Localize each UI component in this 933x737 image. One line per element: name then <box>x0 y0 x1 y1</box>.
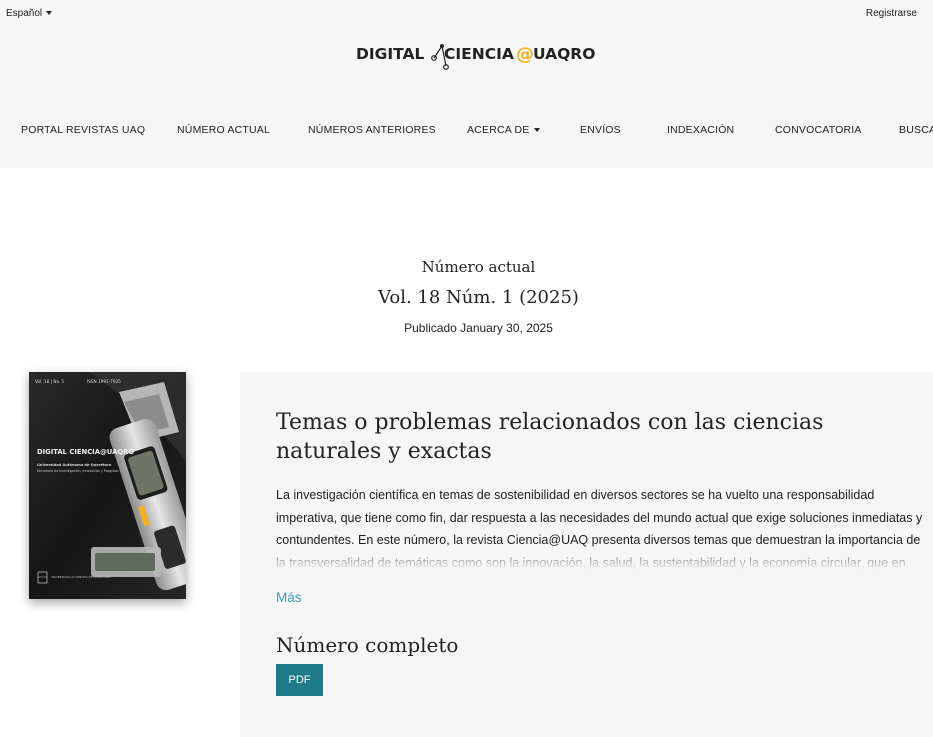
logo-text-ciencia: CIENCIA <box>444 45 514 63</box>
site-header: Español Registrarse DIGITAL CIENCIA @ UA… <box>0 0 933 168</box>
nav-item-label: PORTAL REVISTAS UAQ <box>21 124 146 136</box>
cover-subtitle-2: Secretaría de Investigación, Innovación … <box>37 469 119 473</box>
nav-item-submissions[interactable]: ENVÍOS <box>580 124 621 136</box>
logo-at-symbol: @ <box>516 44 534 65</box>
issue-published-date: Publicado January 30, 2025 <box>404 321 553 335</box>
caret-down-icon <box>534 128 541 133</box>
language-selector[interactable]: Español <box>6 8 53 19</box>
nav-item-about[interactable]: ACERCA DE <box>467 124 541 136</box>
site-logo[interactable]: DIGITAL CIENCIA @ UAQRO <box>356 36 606 72</box>
nav-item-label: ACERCA DE <box>467 124 530 136</box>
issue-description-panel: Temas o problemas relacionados con las c… <box>240 372 933 737</box>
nav-item-current-issue[interactable]: NÚMERO ACTUAL <box>177 124 270 136</box>
full-issue-heading: Número completo <box>276 633 459 657</box>
language-label: Español <box>6 8 43 19</box>
nav-item-label: NÚMEROS ANTERIORES <box>308 124 436 136</box>
nav-item-label: INDEXACIÓN <box>667 124 735 136</box>
nav-item-portal[interactable]: PORTAL REVISTAS UAQ <box>21 124 145 136</box>
issue-section-title: Temas o problemas relacionados con las c… <box>276 410 824 464</box>
nav-item-label: NÚMERO ACTUAL <box>177 124 271 136</box>
nav-item-label: BUSCAR <box>899 124 933 136</box>
nav-item-label: ENVÍOS <box>580 124 621 136</box>
nav-item-indexing[interactable]: INDEXACIÓN <box>667 124 734 136</box>
cover-subtitle: Universidad Autónoma de Querétaro <box>37 463 112 467</box>
cover-logo-text: DIGITAL CIENCIA@UAQRO <box>37 448 134 456</box>
issue-title: Vol. 18 Núm. 1 (2025) <box>378 287 579 308</box>
logo-text-uaqro: UAQRO <box>533 45 595 63</box>
issue-cover-image[interactable]: Vol. 18 | No. 1 ISSN 1991-7025 DIGITAL C… <box>29 372 186 599</box>
current-issue-label: Número actual <box>421 258 536 276</box>
main-nav: PORTAL REVISTAS UAQ NÚMERO ACTUAL NÚMERO… <box>0 124 933 142</box>
caret-down-icon <box>46 11 53 16</box>
nav-item-label: CONVOCATORIA <box>775 124 862 136</box>
cover-vol: Vol. 18 | No. 1 <box>35 379 65 384</box>
pdf-button[interactable]: PDF <box>276 664 323 696</box>
nav-item-call[interactable]: CONVOCATORIA <box>775 124 862 136</box>
logo-text-digital: DIGITAL <box>356 45 424 63</box>
cover-artwork: Vol. 18 | No. 1 ISSN 1991-7025 DIGITAL C… <box>29 372 186 599</box>
register-link[interactable]: Registrarse <box>866 8 917 19</box>
site-logo-graphic: DIGITAL CIENCIA @ UAQRO <box>356 44 595 70</box>
issue-description: La investigación científica en temas de … <box>276 484 924 570</box>
nav-item-search[interactable]: BUSCAR <box>899 124 933 136</box>
cover-university: UNIVERSIDAD AUTÓNOMA DE QUERÉTARO <box>51 574 112 579</box>
description-fade <box>276 544 924 570</box>
cover-issn: ISSN 1991-7025 <box>87 379 121 384</box>
more-link[interactable]: Más <box>276 590 302 605</box>
nav-item-archives[interactable]: NÚMEROS ANTERIORES <box>308 124 436 136</box>
